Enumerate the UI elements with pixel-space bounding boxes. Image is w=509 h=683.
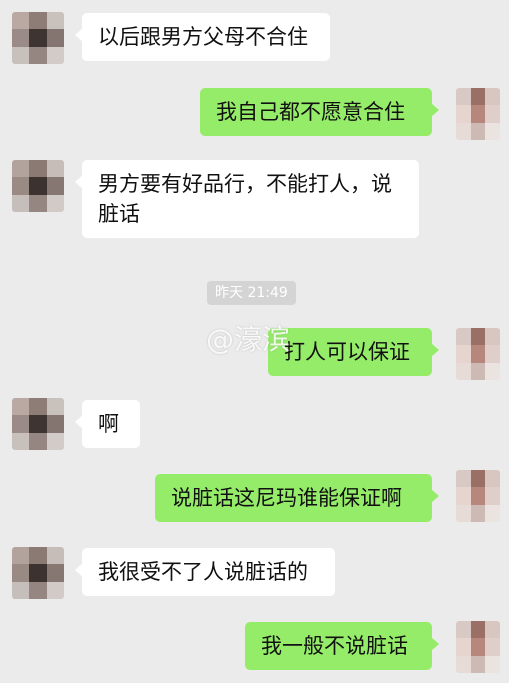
my-avatar[interactable] (456, 621, 500, 673)
incoming-message[interactable]: 我很受不了人说脏话的 (75, 548, 335, 596)
outgoing-message[interactable]: 我自己都不愿意合住 (200, 88, 439, 136)
watermark: @濠滨 (206, 323, 291, 356)
my-avatar[interactable] (456, 88, 500, 140)
incoming-message[interactable]: 啊 (75, 400, 140, 448)
outgoing-message[interactable]: 打人可以保证 (268, 328, 439, 376)
contact-avatar[interactable] (12, 12, 64, 64)
contact-avatar[interactable] (12, 547, 64, 599)
contact-avatar[interactable] (12, 398, 64, 450)
outgoing-message[interactable]: 说脏话这尼玛谁能保证啊 (155, 474, 439, 522)
incoming-message[interactable]: 男方要有好品行，不能打人，说脏话 (75, 160, 419, 238)
outgoing-message[interactable]: 我一般不说脏话 (245, 622, 439, 670)
incoming-message[interactable]: 以后跟男方父母不合住 (75, 13, 330, 61)
timestamp: 昨天 21:49 (207, 281, 296, 305)
my-avatar[interactable] (456, 328, 500, 380)
my-avatar[interactable] (456, 470, 500, 522)
contact-avatar[interactable] (12, 160, 64, 212)
